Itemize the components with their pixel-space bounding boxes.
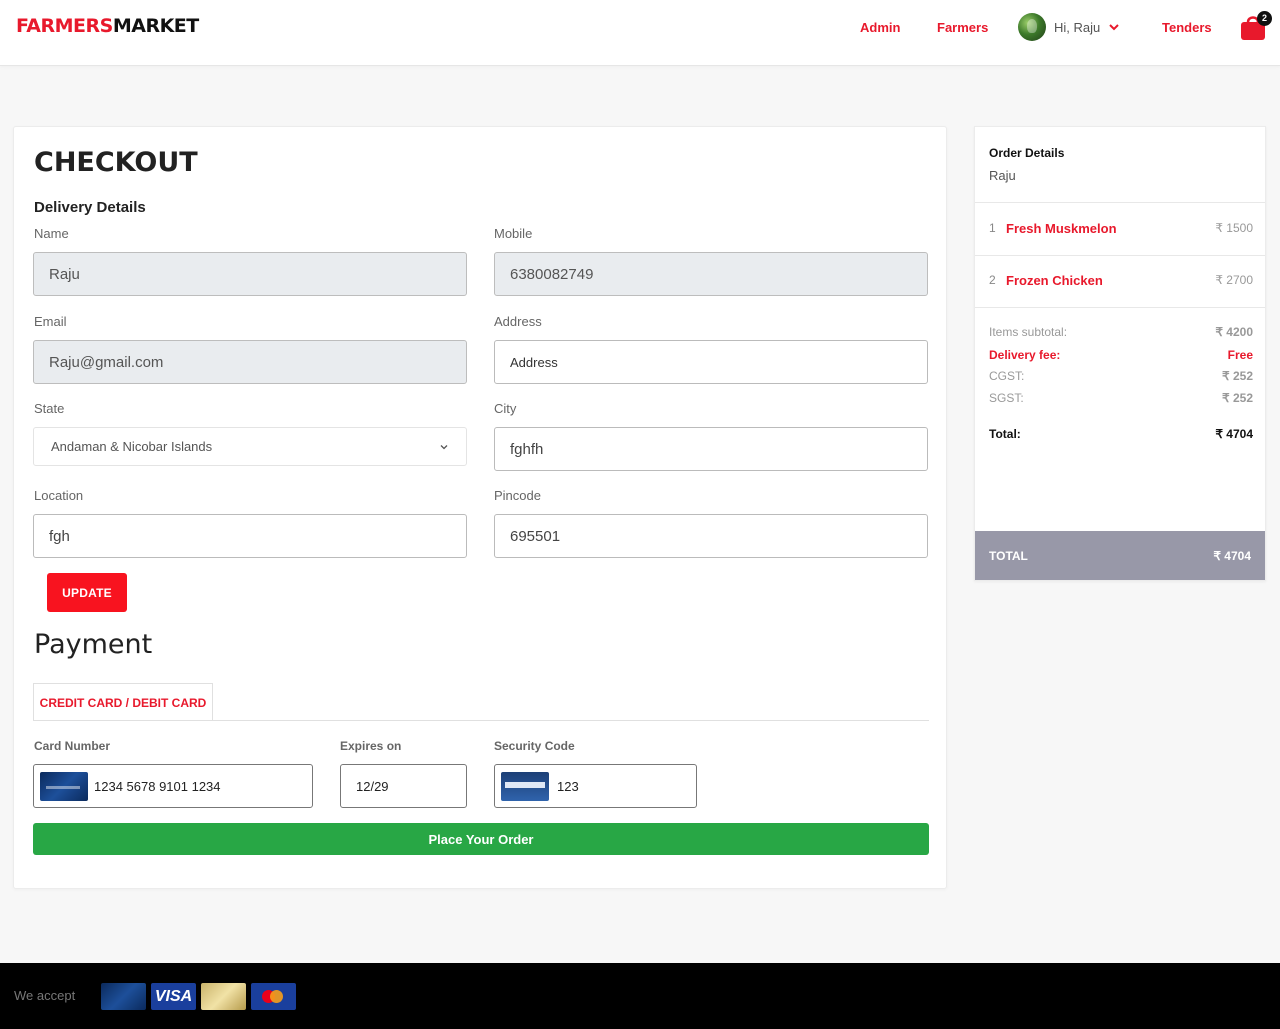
- cgst-label: CGST:: [989, 369, 1025, 383]
- order-item: 2 Frozen Chicken ₹ 2700: [989, 270, 1253, 290]
- tab-credit-debit-card[interactable]: CREDIT CARD / DEBIT CARD: [33, 683, 213, 721]
- logo-part-market: MARKET: [112, 15, 199, 37]
- subtotal-label: Items subtotal:: [989, 325, 1068, 339]
- total-label: Total:: [989, 427, 1021, 441]
- total-bar-label: TOTAL: [989, 548, 1028, 563]
- card-logo: [101, 983, 146, 1010]
- sgst-row: SGST: ₹ 252: [989, 391, 1253, 405]
- email-field[interactable]: Raju@gmail.com: [33, 340, 467, 384]
- logo-part-farmers: FARMERS: [16, 15, 113, 37]
- name-field[interactable]: Raju: [33, 252, 467, 296]
- item-index: 2: [989, 273, 996, 287]
- location-label: Location: [34, 488, 84, 503]
- order-details-card: Order Details Raju 1 Fresh Muskmelon ₹ 1…: [974, 126, 1266, 581]
- delivery-fee-row: Delivery fee: Free: [989, 348, 1253, 362]
- sgst-value: ₹ 252: [1222, 391, 1253, 405]
- sgst-label: SGST:: [989, 391, 1024, 405]
- cgst-row: CGST: ₹ 252: [989, 369, 1253, 383]
- order-details-heading: Order Details: [989, 146, 1065, 160]
- total-bar: TOTAL ₹ 4704: [975, 531, 1265, 580]
- location-field[interactable]: fgh: [33, 514, 467, 558]
- page-title: CHECKOUT: [34, 147, 198, 178]
- amex-logo: [201, 983, 246, 1010]
- checkout-card: CHECKOUT Delivery Details Name Raju Mobi…: [13, 126, 947, 889]
- state-selected-value: Andaman & Nicobar Islands: [51, 439, 213, 454]
- security-code-label: Security Code: [494, 739, 575, 753]
- mastercard-logo: [251, 983, 296, 1010]
- subtotal-row: Items subtotal: ₹ 4200: [989, 325, 1253, 339]
- cart-button[interactable]: 2: [1240, 11, 1272, 42]
- cart-count-badge: 2: [1257, 11, 1272, 26]
- delivery-details-heading: Delivery Details: [34, 199, 146, 216]
- order-item: 1 Fresh Muskmelon ₹ 1500: [989, 218, 1253, 238]
- avatar: [1018, 13, 1046, 41]
- state-label: State: [34, 401, 65, 416]
- address-field[interactable]: Address: [494, 340, 928, 384]
- item-price: ₹ 2700: [1215, 273, 1253, 287]
- chevron-down-icon: [1109, 24, 1119, 31]
- subtotal-value: ₹ 4200: [1215, 325, 1253, 339]
- expiry-input[interactable]: 12/29: [340, 764, 467, 808]
- city-label: City: [494, 401, 517, 416]
- total-row: Total: ₹ 4704: [989, 427, 1253, 441]
- divider: [975, 307, 1265, 308]
- security-code-input[interactable]: 123: [494, 764, 697, 808]
- pincode-label: Pincode: [494, 488, 541, 503]
- card-number-label: Card Number: [34, 739, 111, 753]
- user-greeting: Hi, Raju: [1054, 19, 1101, 35]
- cgst-value: ₹ 252: [1222, 369, 1253, 383]
- item-name[interactable]: Frozen Chicken: [1006, 273, 1215, 288]
- update-button[interactable]: UPDATE: [47, 573, 127, 612]
- credit-card-icon: [40, 771, 88, 801]
- footer: We accept VISA: [0, 963, 1280, 1029]
- user-menu[interactable]: Hi, Raju: [1018, 13, 1120, 41]
- nav-tenders-link[interactable]: Tenders: [1162, 20, 1212, 35]
- security-code-value: 123: [557, 778, 579, 794]
- address-label: Address: [494, 314, 542, 329]
- nav-admin-link[interactable]: Admin: [860, 20, 900, 35]
- mobile-label: Mobile: [494, 226, 533, 241]
- card-number-input[interactable]: 1234 5678 9101 1234: [33, 764, 313, 808]
- card-number-value: 1234 5678 9101 1234: [94, 778, 221, 794]
- chevron-down-icon: [440, 444, 448, 449]
- total-bar-value: ₹ 4704: [1213, 548, 1251, 563]
- item-price: ₹ 1500: [1215, 221, 1253, 235]
- expires-label: Expires on: [340, 739, 402, 753]
- expiry-value: 12/29: [356, 778, 389, 794]
- email-label: Email: [34, 314, 67, 329]
- top-navbar: FARMERSMARKET Admin Farmers Hi, Raju Ten…: [0, 0, 1280, 66]
- visa-logo: VISA: [151, 983, 196, 1010]
- nav-farmers-link[interactable]: Farmers: [937, 20, 988, 35]
- item-index: 1: [989, 221, 996, 235]
- item-name[interactable]: Fresh Muskmelon: [1006, 221, 1215, 236]
- delivery-fee-value: Free: [1227, 348, 1253, 362]
- site-logo[interactable]: FARMERSMARKET: [16, 15, 199, 37]
- we-accept-label: We accept: [14, 988, 76, 1003]
- mastercard-circle-orange: [270, 990, 283, 1003]
- order-customer-name: Raju: [989, 168, 1016, 183]
- mobile-field[interactable]: 6380082749: [494, 252, 928, 296]
- delivery-fee-label: Delivery fee:: [989, 348, 1061, 362]
- tab-divider: [33, 720, 929, 721]
- divider: [975, 255, 1265, 256]
- total-value: ₹ 4704: [1215, 427, 1253, 441]
- place-order-button[interactable]: Place Your Order: [33, 823, 929, 855]
- city-field[interactable]: fghfh: [494, 427, 928, 471]
- state-select[interactable]: Andaman & Nicobar Islands: [33, 427, 467, 466]
- name-label: Name: [34, 226, 69, 241]
- payment-heading: Payment: [34, 629, 153, 660]
- pincode-field[interactable]: 695501: [494, 514, 928, 558]
- divider: [975, 202, 1265, 203]
- card-back-icon: [501, 771, 549, 801]
